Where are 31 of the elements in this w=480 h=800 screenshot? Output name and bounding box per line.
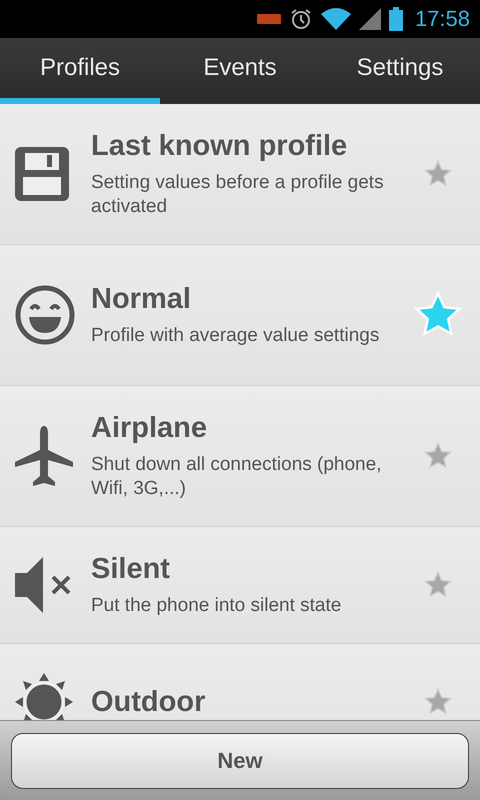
star-icon[interactable]	[414, 291, 462, 339]
signal-icon	[358, 8, 381, 30]
profile-item[interactable]: Normal Profile with average value settings	[0, 245, 480, 386]
profile-description: Put the phone into silent state	[91, 594, 342, 618]
sun-icon	[15, 673, 73, 720]
profile-name: Outdoor	[91, 686, 206, 718]
star-icon[interactable]	[424, 688, 452, 716]
profile-item[interactable]: Last known profile Setting values before a profile gets activated	[0, 104, 480, 245]
wifi-icon	[320, 8, 351, 30]
profile-description: Setting values before a profile gets activated	[91, 170, 385, 218]
profile-item[interactable]: Airplane Shut down all connections (phone, Wifi, 3G,...)	[0, 386, 480, 527]
smiley-icon	[15, 285, 75, 345]
profile-name: Silent	[91, 552, 171, 586]
star-icon[interactable]	[424, 571, 452, 599]
profile-item[interactable]: Silent Put the phone into silent state	[0, 527, 480, 644]
profile-description: Shut down all connections (phone, Wifi, 3G,...)	[91, 452, 382, 500]
tab[interactable]: Settings	[320, 38, 480, 104]
battery-icon	[388, 7, 403, 31]
star-icon[interactable]	[424, 160, 452, 188]
clock-time: 17:58	[414, 6, 470, 32]
profile-name: Airplane	[91, 412, 208, 444]
notification-icon	[256, 13, 281, 25]
profile-name: Last known profile	[91, 130, 348, 162]
profile-name: Normal	[91, 282, 192, 316]
airplane-icon	[15, 426, 73, 486]
profile-item[interactable]: Outdoor	[0, 644, 480, 720]
alarm-icon	[288, 7, 313, 31]
new-button[interactable]: New	[11, 732, 469, 788]
profile-description: Profile with average value settings	[91, 324, 380, 348]
star-icon[interactable]	[424, 442, 452, 470]
tab[interactable]: Events	[160, 38, 320, 104]
